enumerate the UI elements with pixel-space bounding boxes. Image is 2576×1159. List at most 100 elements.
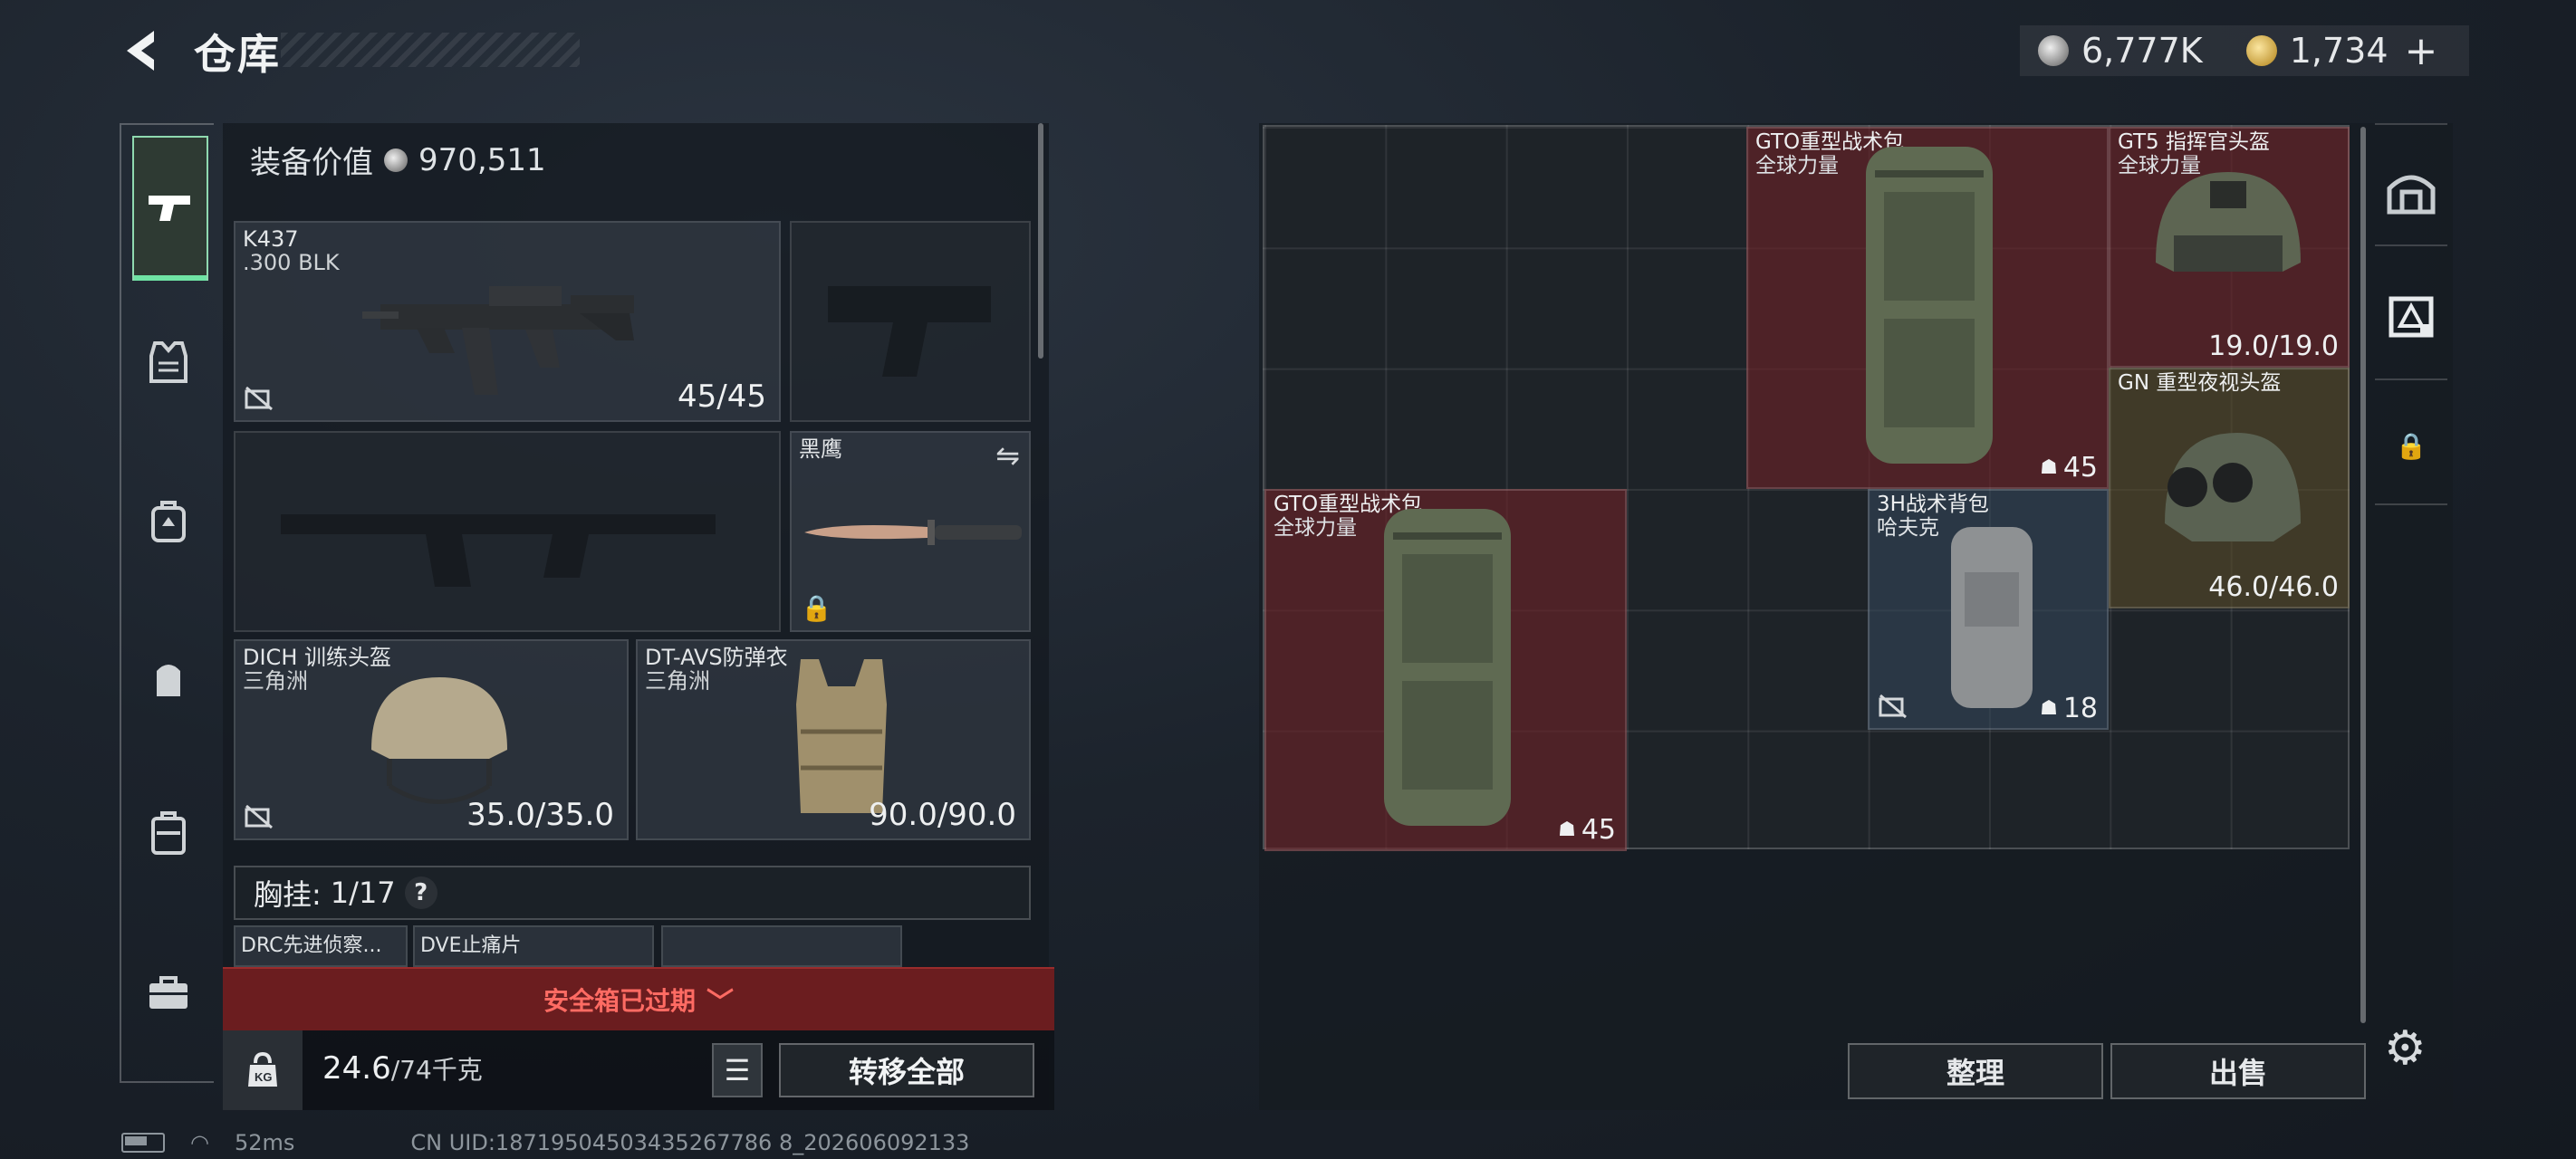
backpack-image xyxy=(1951,527,2033,708)
armor-slot[interactable]: DT-AVS防弹衣 三角洲 90.0/90.0 xyxy=(636,639,1031,840)
equipment-scrollbar[interactable] xyxy=(1038,123,1043,359)
equipment-value: 970,511 xyxy=(418,141,546,178)
storage-item-helmet[interactable]: GT5 指挥官头盔 全球力量 19.0/19.0 xyxy=(2109,127,2350,368)
armor-durability: 90.0/90.0 xyxy=(869,797,1016,833)
capacity-icon: ☗ xyxy=(2040,456,2058,479)
chest-item-name: DVE止痛片 xyxy=(420,934,522,957)
secure-case-status: 安全箱已过期 xyxy=(543,986,696,1016)
item-durability: 46.0/46.0 xyxy=(2208,571,2339,603)
storage-item-nv-helmet[interactable]: GN 重型夜视头盔 46.0/46.0 xyxy=(2109,368,2350,608)
carry-weight: 24.6/74千克 xyxy=(322,1050,483,1087)
item-count: ☗ 45 xyxy=(2040,452,2098,484)
chest-rig-count: 1/17 xyxy=(330,876,396,910)
chest-item-name: DRC先进侦察... xyxy=(241,934,382,957)
silver-amount: 6,777K xyxy=(2081,31,2203,71)
silver-coin-icon xyxy=(2038,35,2069,66)
helmet-image xyxy=(2156,172,2301,272)
knife-image xyxy=(804,520,1022,545)
ping: 52ms xyxy=(234,1130,295,1155)
gear-icon: ⚙ xyxy=(2384,1021,2427,1076)
toolbox-icon xyxy=(149,976,187,1009)
lock-icon: 🔒 xyxy=(801,593,832,623)
storage-item-backpack[interactable]: GTO重型战术包 全球力量 ☗ 45 xyxy=(1264,489,1627,851)
sort-button[interactable]: 整理 xyxy=(1848,1043,2103,1099)
item-count: ☗ 18 xyxy=(2040,693,2098,724)
weight-icon: KG xyxy=(223,1030,303,1110)
title-decoration xyxy=(281,33,580,67)
chevron-down-icon: ﹀ xyxy=(706,987,734,1019)
backpack-image xyxy=(1384,509,1511,826)
settings-button[interactable]: ⚙ xyxy=(2384,1021,2427,1076)
storage-item-backpack[interactable]: 3H战术背包 哈夫克 ☗ 18 xyxy=(1868,489,2109,730)
item-brand: 全球力量 xyxy=(1274,516,1357,540)
storage-tab-warehouse[interactable] xyxy=(2382,161,2440,219)
capacity-icon: ☗ xyxy=(1558,819,1576,841)
page-title: 仓库 xyxy=(194,30,281,79)
add-currency-button[interactable]: + xyxy=(2405,28,2438,74)
chest-item-slot[interactable]: DRC先进侦察... xyxy=(234,925,408,967)
storage-tab-locked[interactable]: 🔒 xyxy=(2382,417,2440,474)
pistol-silhouette-icon xyxy=(828,286,991,377)
wifi-icon: ◠ xyxy=(190,1130,209,1155)
battery-icon xyxy=(121,1133,165,1153)
nav-armor[interactable] xyxy=(132,326,205,398)
chest-rig-row[interactable]: 胸挂: 1/17 ? xyxy=(234,866,1031,920)
item-durability: 19.0/19.0 xyxy=(2208,330,2339,362)
item-brand: 哈夫克 xyxy=(1877,516,1939,540)
no-insurance-icon xyxy=(245,804,273,829)
nav-bags[interactable] xyxy=(132,643,205,715)
capacity-icon: ☗ xyxy=(2040,697,2058,720)
lock-icon: 🔒 xyxy=(2395,430,2427,461)
warehouse-icon xyxy=(2387,175,2436,215)
kettlebell-icon: KG xyxy=(248,1052,277,1087)
list-icon: ☰ xyxy=(724,1053,751,1087)
melee-slot[interactable]: 黑鹰 ⇋ 🔒 xyxy=(790,431,1031,632)
backpack-image xyxy=(1866,147,1993,464)
back-button[interactable] xyxy=(118,25,168,76)
bag-icon xyxy=(157,665,180,696)
armor-brand: 三角洲 xyxy=(645,668,710,694)
divider xyxy=(2375,503,2447,505)
swap-icon[interactable]: ⇋ xyxy=(995,438,1020,473)
helmet-slot[interactable]: DICH 训练头盔 三角洲 35.0/35.0 xyxy=(234,639,629,840)
pistol-icon xyxy=(149,196,190,221)
secondary-weapon-slot[interactable] xyxy=(234,431,781,632)
nav-backpack[interactable] xyxy=(132,485,205,558)
item-name: GN 重型夜视头盔 xyxy=(2118,371,2282,395)
sell-button[interactable]: 出售 xyxy=(2110,1043,2366,1099)
no-insurance-icon xyxy=(245,386,273,411)
divider xyxy=(2375,378,2447,380)
primary-weapon-slot[interactable]: K437 .300 BLK 45/45 xyxy=(234,221,781,422)
list-view-button[interactable]: ☰ xyxy=(712,1043,763,1097)
nav-toolbox[interactable] xyxy=(132,956,205,1029)
user-uid: CN UID:18719504503435267786 8_2026060921… xyxy=(410,1130,970,1155)
equipment-value-row: 装备价值 970,511 xyxy=(250,138,546,182)
chest-item-slot-empty[interactable] xyxy=(661,925,902,967)
gold-amount: 1,734 xyxy=(2289,31,2389,71)
nav-containers[interactable] xyxy=(132,797,205,869)
storage-scrollbar[interactable] xyxy=(2360,127,2366,1023)
storage-item-backpack[interactable]: GTO重型战术包 全球力量 ☗ 45 xyxy=(1746,127,2109,489)
secure-case-expired-bar[interactable]: 安全箱已过期 ﹀ xyxy=(223,967,1054,1030)
equipment-value-label: 装备价值 xyxy=(250,145,373,181)
storage-tab-case[interactable] xyxy=(2382,288,2440,346)
helmet-brand: 三角洲 xyxy=(243,668,308,694)
left-category-nav xyxy=(120,123,214,1083)
status-bar: ◠ 52ms CN UID:18719504503435267786 8_202… xyxy=(121,1130,969,1155)
chest-rig-label: 胸挂: xyxy=(254,877,322,912)
transfer-all-button[interactable]: 转移全部 xyxy=(779,1043,1034,1097)
divider xyxy=(2375,123,2447,125)
back-arrow-icon xyxy=(127,31,154,71)
weight-current: 24.6 xyxy=(322,1050,391,1087)
weight-max: /74千克 xyxy=(390,1055,483,1085)
rifle-image xyxy=(362,286,634,395)
backpack-icon xyxy=(151,501,186,542)
svg-text:KG: KG xyxy=(255,1070,273,1084)
divider xyxy=(2375,244,2447,246)
pistol-slot[interactable] xyxy=(790,221,1031,422)
help-icon[interactable]: ? xyxy=(404,876,437,909)
case-icon xyxy=(151,811,186,855)
chest-item-slot[interactable]: DVE止痛片 xyxy=(413,925,654,967)
silver-coin-icon xyxy=(384,148,408,172)
nav-weapons[interactable] xyxy=(132,136,208,281)
